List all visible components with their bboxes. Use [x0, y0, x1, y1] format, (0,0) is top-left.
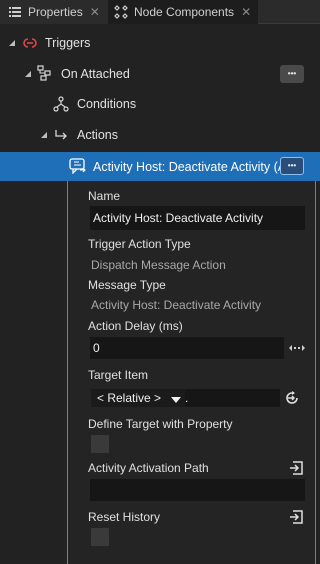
message-type-value: Activity Host: Deactivate Activity	[91, 298, 262, 312]
more-icon: •••	[287, 69, 297, 78]
activation-path-label: Activity Activation Path	[88, 461, 209, 475]
tab-node-components-label: Node Components	[134, 5, 235, 19]
more-options-button[interactable]: •••	[280, 157, 304, 175]
define-target-label: Define Target with Property	[88, 417, 233, 431]
tree-item-label: Conditions	[77, 97, 137, 111]
list-icon	[8, 5, 22, 19]
name-label: Name	[88, 189, 121, 203]
bind-property-icon[interactable]	[287, 459, 305, 477]
tree-item-label: Activity Host: Deactivate Activity (Ac	[93, 159, 293, 174]
tree-item-activity-host-deactivate[interactable]: Activity Host: Deactivate Activity (Ac •…	[0, 152, 320, 181]
tab-properties[interactable]: Properties ✕	[0, 0, 108, 24]
expand-arrow-icon[interactable]	[8, 39, 18, 49]
define-target-checkbox[interactable]	[91, 435, 109, 453]
message-action-icon	[69, 158, 86, 174]
tree-item-label: Actions	[77, 128, 118, 142]
tree-item-actions[interactable]: Actions	[0, 120, 320, 150]
target-item-value: .	[185, 391, 189, 405]
node-components-icon	[114, 5, 128, 19]
action-delay-value: 0	[93, 341, 100, 355]
tree-item-label: On Attached	[61, 67, 130, 81]
message-type-label: Message Type	[88, 278, 166, 292]
expand-arrow-icon[interactable]	[40, 131, 50, 141]
tab-node-components[interactable]: Node Components ✕	[108, 0, 258, 24]
more-options-button[interactable]: •••	[280, 65, 304, 83]
trigger-action-type-value: Dispatch Message Action	[91, 258, 226, 272]
expand-arrow-icon[interactable]	[24, 70, 34, 80]
name-value: Activity Host: Deactivate Activity	[93, 211, 264, 225]
action-delay-label: Action Delay (ms)	[88, 319, 183, 333]
reset-history-checkbox[interactable]	[91, 528, 109, 546]
close-icon[interactable]: ✕	[90, 5, 100, 19]
target-item-mode-value: < Relative >	[97, 391, 162, 405]
conditions-icon	[53, 96, 69, 112]
more-icon: •••	[287, 161, 297, 170]
bind-property-icon[interactable]	[287, 508, 305, 526]
drag-value-icon[interactable]	[288, 339, 306, 357]
action-delay-input[interactable]: 0	[90, 337, 284, 359]
event-icon	[37, 65, 53, 81]
tab-properties-label: Properties	[28, 5, 83, 19]
tree-item-triggers[interactable]: Triggers	[0, 28, 320, 58]
tab-bar: Properties ✕ Node Components ✕	[0, 0, 320, 24]
chevron-down-icon[interactable]	[170, 393, 182, 403]
target-item-label: Target Item	[88, 368, 149, 382]
name-input[interactable]: Activity Host: Deactivate Activity	[90, 206, 305, 230]
actions-icon	[54, 127, 70, 143]
target-item-input[interactable]: .	[185, 389, 280, 407]
tree-item-on-attached[interactable]: On Attached •••	[0, 59, 320, 89]
pick-target-icon[interactable]	[283, 389, 301, 407]
trigger-action-type-label: Trigger Action Type	[88, 237, 191, 251]
close-icon[interactable]: ✕	[241, 5, 251, 19]
tree-item-conditions[interactable]: Conditions	[0, 89, 320, 119]
activation-path-input[interactable]	[90, 479, 305, 501]
trigger-icon	[22, 35, 38, 51]
tree-item-label: Triggers	[45, 36, 91, 50]
reset-history-label: Reset History	[88, 510, 161, 524]
